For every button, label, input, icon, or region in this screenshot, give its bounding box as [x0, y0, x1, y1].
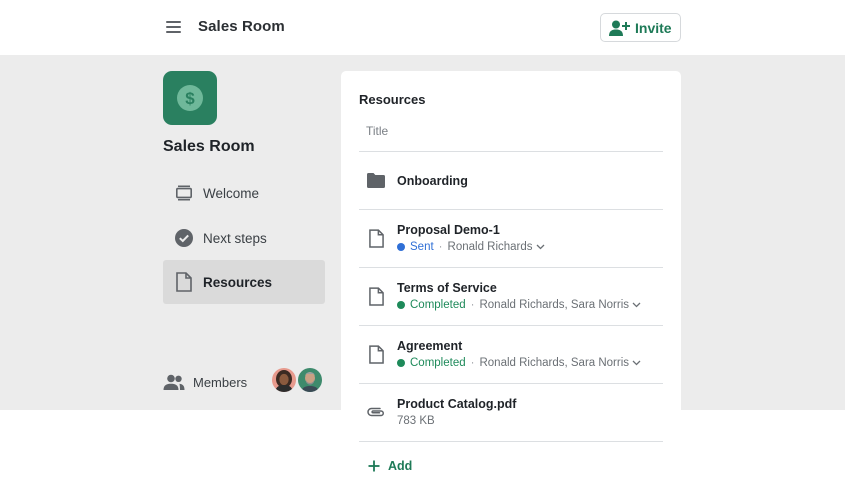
item-title: Agreement [397, 339, 463, 353]
panel-title: Resources [359, 92, 426, 107]
separator-dot: · [470, 299, 475, 311]
item-title: Terms of Service [397, 281, 497, 295]
status-dot [397, 359, 405, 367]
resources-panel: Resources Title Onboarding Proposal Demo… [341, 71, 681, 500]
document-icon [367, 228, 385, 248]
avatar[interactable] [296, 366, 324, 394]
add-label: Add [388, 459, 413, 473]
item-title: Product Catalog.pdf [397, 397, 517, 411]
recipients: Ronald Richards [447, 241, 533, 253]
plus-icon [368, 460, 380, 472]
separator-dot: · [470, 357, 475, 369]
item-meta: Sent · Ronald Richards [397, 241, 545, 253]
list-item-onboarding[interactable]: Onboarding [359, 152, 663, 209]
app-title: Sales Room [198, 18, 285, 35]
document-icon [367, 286, 385, 306]
avatar[interactable] [270, 366, 298, 394]
people-icon [163, 374, 185, 390]
list-item-terms[interactable]: Terms of Service Completed · Ronald Rich… [359, 268, 663, 325]
status-dot [397, 301, 405, 309]
paperclip-icon [367, 402, 385, 422]
item-title: Proposal Demo-1 [397, 223, 500, 237]
item-meta: Completed · Ronald Richards, Sara Norris [397, 357, 641, 369]
invite-button[interactable]: Invite [600, 13, 681, 42]
nav-item-welcome[interactable]: Welcome [163, 171, 325, 215]
recipients: Ronald Richards, Sara Norris [479, 357, 630, 369]
members-label[interactable]: Members [193, 375, 247, 390]
item-title: Onboarding [397, 174, 468, 188]
document-icon [367, 344, 385, 364]
nav-label-resources: Resources [203, 274, 273, 290]
folder-icon [367, 170, 385, 190]
invite-label: Invite [635, 19, 672, 36]
nav-item-resources[interactable]: Resources [163, 260, 325, 304]
recipients: Ronald Richards, Sara Norris [479, 299, 630, 311]
nav-label-welcome: Welcome [203, 185, 260, 201]
file-size: 783 KB [397, 415, 435, 427]
document-icon [175, 272, 193, 292]
nav-item-next-steps[interactable]: Next steps [163, 216, 325, 260]
top-bar: Sales Room Invite [0, 0, 845, 55]
add-button[interactable]: Add [368, 459, 412, 473]
checkmark-circle-icon [175, 229, 193, 247]
list-item-product-catalog[interactable]: Product Catalog.pdf 783 KB [359, 384, 663, 441]
members-section: Members [163, 366, 328, 398]
status-dot [397, 243, 405, 251]
separator-dot: · [438, 241, 443, 253]
status-label: Completed [410, 357, 466, 369]
nav-label-next-steps: Next steps [203, 230, 267, 246]
divider [359, 441, 663, 442]
column-header-title[interactable]: Title [366, 124, 388, 138]
status-label: Sent [410, 241, 434, 253]
dollar-coin-icon: $ [177, 85, 203, 111]
item-meta: Completed · Ronald Richards, Sara Norris [397, 299, 641, 311]
welcome-stack-icon [175, 184, 193, 202]
chevron-down-icon[interactable] [536, 244, 545, 250]
svg-text:$: $ [185, 89, 195, 108]
chevron-down-icon[interactable] [632, 302, 641, 308]
room-logo: $ [163, 71, 217, 125]
chevron-down-icon[interactable] [632, 360, 641, 366]
list-item-proposal[interactable]: Proposal Demo-1 Sent · Ronald Richards [359, 210, 663, 267]
list-item-agreement[interactable]: Agreement Completed · Ronald Richards, S… [359, 326, 663, 383]
hamburger-menu-icon[interactable] [164, 18, 184, 36]
status-label: Completed [410, 299, 466, 311]
room-name: Sales Room [163, 138, 255, 155]
add-person-icon [609, 20, 630, 36]
